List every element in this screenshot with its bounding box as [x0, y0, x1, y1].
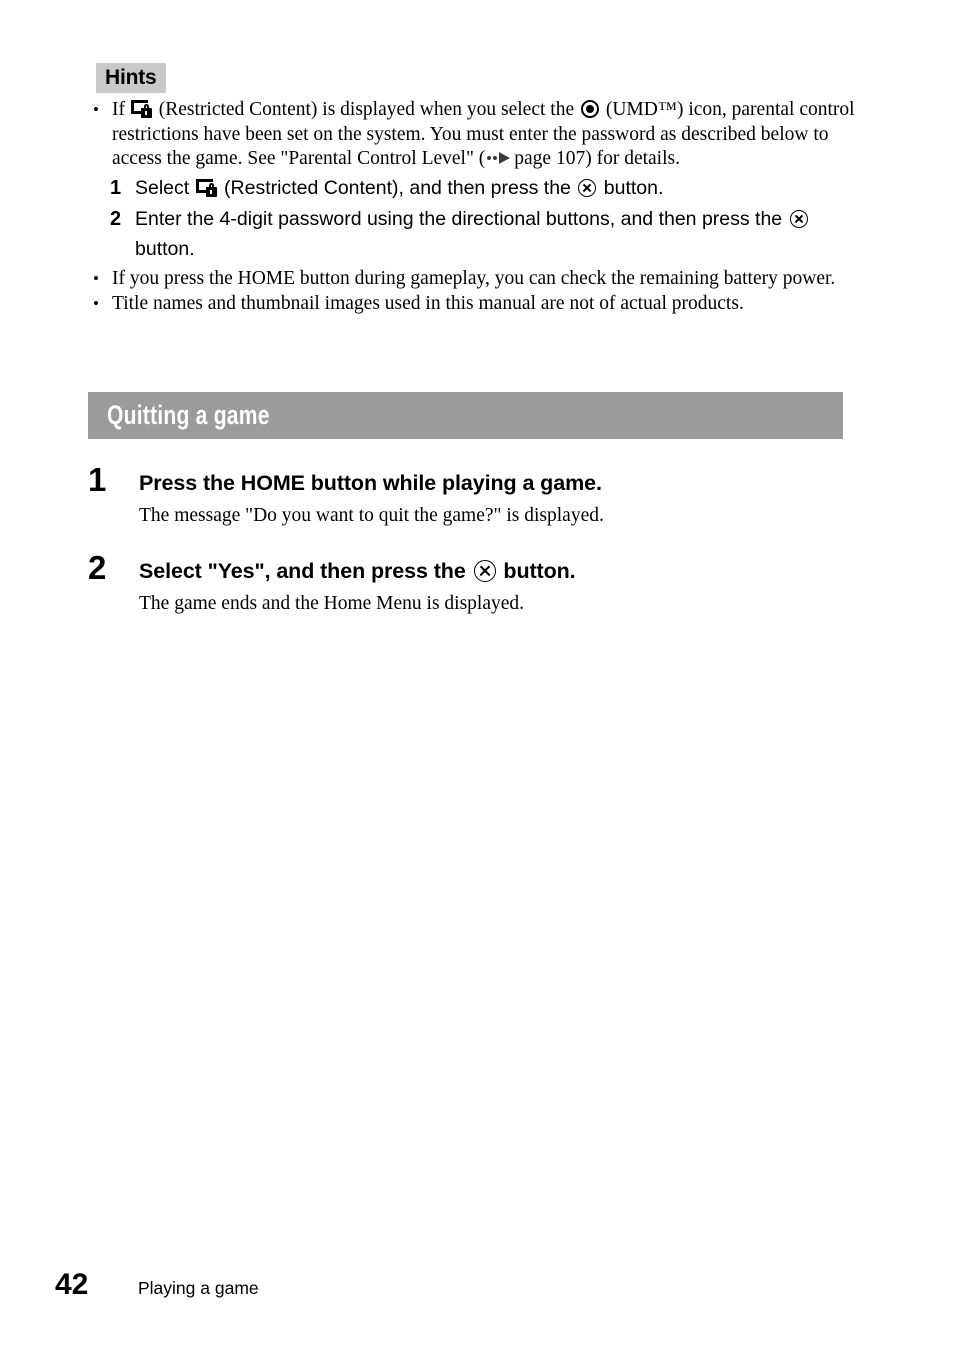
document-page: Hints If (Restricted Content) is display…	[0, 0, 954, 1345]
substep-2-pre: Enter the 4-digit password using the dir…	[135, 208, 783, 230]
hints-bullet-list-continued: If you press the HOME button during game…	[88, 267, 863, 316]
step-1-heading: Press the HOME button while playing a ga…	[139, 468, 878, 498]
page-number: 42	[55, 1268, 89, 1301]
see-page-arrow-icon	[487, 151, 513, 165]
step-2-description: The game ends and the Home Menu is displ…	[139, 593, 525, 614]
page-footer: 42 Playing a game	[55, 1268, 259, 1305]
restricted-content-icon	[195, 179, 217, 197]
bullet1-pre-text: If	[112, 99, 125, 120]
substep-1-number: 1	[110, 177, 122, 199]
hints-body: If (Restricted Content) is displayed whe…	[88, 98, 863, 172]
hints-substeps: 1 Select (Restricted Content), and then …	[110, 173, 870, 265]
substep-2-number: 2	[110, 208, 122, 230]
section-steps: 1 Press the HOME button while playing a …	[88, 462, 878, 636]
list-item: If you press the HOME button during game…	[88, 267, 863, 292]
step-1-heading-text: Press the HOME button while playing a ga…	[139, 471, 602, 495]
restricted-content-icon	[130, 100, 152, 118]
step-1-description: The message "Do you want to quit the gam…	[139, 505, 604, 526]
step-2-heading-post: button.	[503, 559, 576, 583]
list-item: Title names and thumbnail images used in…	[88, 292, 863, 317]
umd-disc-icon	[580, 100, 599, 118]
step-2-heading-pre: Select "Yes", and then press the	[139, 559, 466, 583]
substep-2: 2 Enter the 4-digit password using the d…	[110, 204, 870, 264]
hints-body-continued: If you press the HOME button during game…	[88, 267, 863, 316]
bullet1-after-restricted: (Restricted Content) is displayed when y…	[158, 99, 575, 120]
step-2: 2 Select "Yes", and then press the butto…	[88, 550, 878, 616]
list-item: If (Restricted Content) is displayed whe…	[88, 98, 863, 172]
breadcrumb: Playing a game	[138, 1278, 259, 1298]
bullet1-page-reference: page 107	[514, 148, 586, 169]
substep-1-post: button.	[603, 177, 664, 199]
cross-button-icon	[473, 560, 496, 582]
hints-label: Hints	[96, 63, 166, 93]
substep-2-post: button.	[135, 238, 195, 260]
substep-1-text: Select (Restricted Content), and then pr…	[135, 173, 870, 203]
step-2-number: 2	[88, 549, 107, 586]
substep-1: 1 Select (Restricted Content), and then …	[110, 173, 870, 203]
substep-1-pre: Select	[135, 177, 190, 199]
hints-bullet-list: If (Restricted Content) is displayed whe…	[88, 98, 863, 172]
step-1-number: 1	[88, 461, 107, 498]
cross-button-icon	[789, 210, 808, 228]
cross-button-icon	[578, 179, 597, 197]
step-2-heading: Select "Yes", and then press the button.	[139, 556, 878, 586]
substep-1-mid: (Restricted Content), and then press the	[224, 177, 571, 199]
substep-2-text: Enter the 4-digit password using the dir…	[135, 204, 870, 264]
section-banner: Quitting a game	[88, 392, 843, 439]
step-1: 1 Press the HOME button while playing a …	[88, 462, 878, 528]
section-title: Quitting a game	[107, 400, 270, 430]
bullet1-tail: ) for details.	[585, 148, 680, 169]
